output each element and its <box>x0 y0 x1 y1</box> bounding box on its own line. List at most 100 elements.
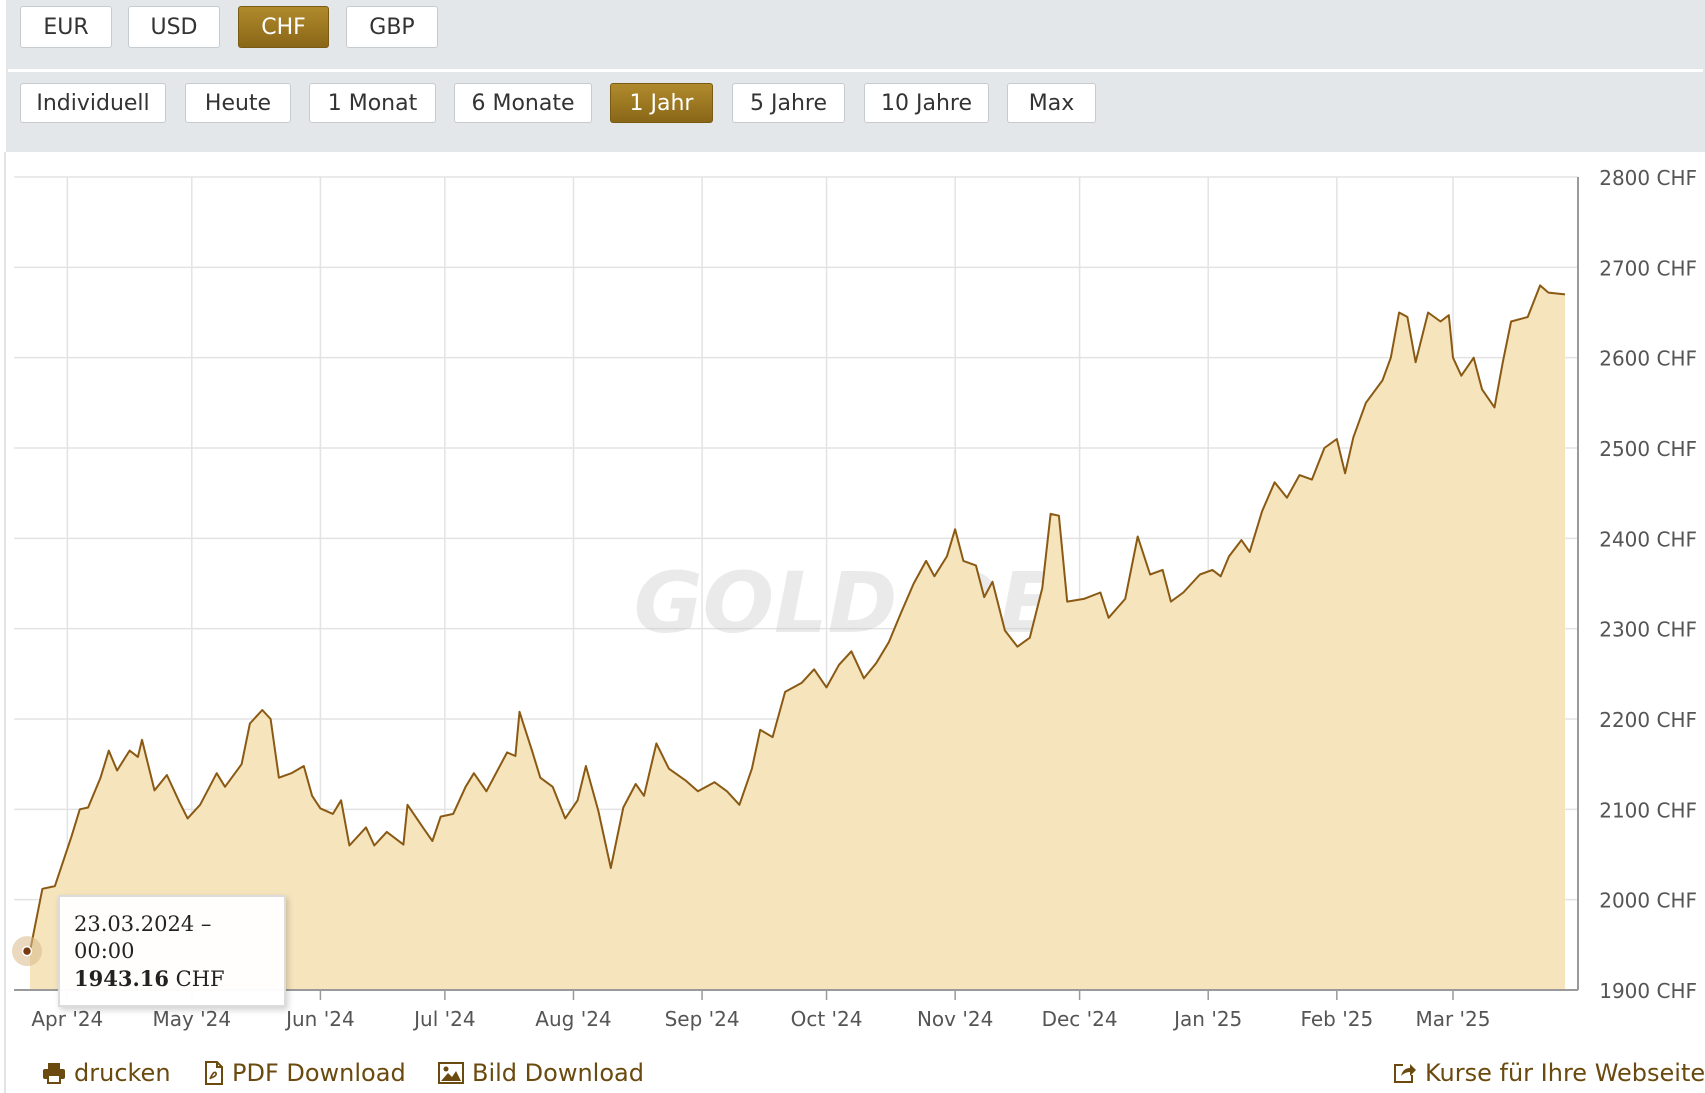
data-point <box>683 778 687 782</box>
data-point <box>401 843 405 847</box>
y-tick-label: 1900 CHF <box>1599 979 1697 1003</box>
hover-marker-dot <box>21 945 33 957</box>
embed-rates-link[interactable]: Kurse für Ihre Webseite <box>1393 1056 1705 1090</box>
data-point <box>1107 616 1111 620</box>
data-point <box>1169 600 1173 604</box>
x-tick-label: Sep '24 <box>665 1007 740 1031</box>
data-point <box>347 843 351 847</box>
data-point <box>493 774 497 778</box>
data-point <box>912 582 916 586</box>
data-point <box>654 741 658 745</box>
data-point <box>1040 586 1044 590</box>
print-link[interactable]: drucken <box>42 1056 171 1090</box>
x-tick-label: Jul '24 <box>412 1007 475 1031</box>
data-point <box>177 800 181 804</box>
currency-button-usd[interactable]: USD <box>128 6 220 48</box>
data-point <box>982 595 986 599</box>
y-tick-label: 2500 CHF <box>1599 437 1697 461</box>
range-button-max[interactable]: Max <box>1007 83 1096 123</box>
data-point <box>530 749 534 753</box>
data-point <box>1161 568 1165 572</box>
data-point <box>1227 554 1231 558</box>
data-point <box>451 812 455 816</box>
data-point <box>289 771 293 775</box>
data-point <box>186 816 190 820</box>
data-point <box>1136 535 1140 539</box>
range-button-5-jahre[interactable]: 5 Jahre <box>732 83 845 123</box>
data-point <box>99 776 103 780</box>
data-point <box>165 773 169 777</box>
y-axis-labels: 1900 CHF 2000 CHF 2100 CHF 2200 CHF 2300 CHF… <box>1599 166 1697 1003</box>
data-point <box>430 839 434 843</box>
data-point <box>1181 591 1185 595</box>
hover-marker <box>12 936 42 967</box>
data-point <box>1219 574 1223 578</box>
data-point <box>713 780 717 784</box>
pdf-download-link[interactable]: PDF Download <box>204 1056 406 1090</box>
currency-button-eur[interactable]: EUR <box>20 6 112 48</box>
data-point <box>1260 509 1264 513</box>
data-point <box>1003 628 1007 632</box>
data-point <box>538 776 542 780</box>
data-point <box>899 610 903 614</box>
data-point <box>1065 600 1069 604</box>
data-point <box>1273 480 1277 484</box>
data-point <box>576 798 580 802</box>
x-tick-label: Jun '24 <box>284 1007 355 1031</box>
price-tooltip: 23.03.2024 – 00:00 1943.16 CHF <box>58 895 286 1007</box>
currency-button-chf[interactable]: CHF <box>238 6 329 48</box>
data-point <box>53 884 57 888</box>
data-point <box>484 789 488 793</box>
image-download-link[interactable]: Bild Download <box>438 1056 644 1090</box>
range-button-1-jahr[interactable]: 1 Jahr <box>610 83 713 123</box>
x-tick-label: Dec '24 <box>1042 1007 1118 1031</box>
data-point <box>1563 292 1567 296</box>
data-point <box>1049 512 1053 516</box>
data-point <box>1239 538 1243 542</box>
data-point <box>990 580 994 584</box>
currency-button-gbp[interactable]: GBP <box>346 6 438 48</box>
data-point <box>364 825 368 829</box>
data-point <box>1364 401 1368 405</box>
tooltip-date: 23.03.2024 – 00:00 <box>74 912 212 963</box>
tooltip-unit: CHF <box>175 967 225 991</box>
data-point <box>667 767 671 771</box>
data-point <box>215 771 219 775</box>
x-tick-label: May '24 <box>152 1007 231 1031</box>
share-icon <box>1394 1064 1416 1083</box>
data-point <box>771 735 775 739</box>
data-point <box>277 776 281 780</box>
y-tick-label: 2200 CHF <box>1599 708 1697 732</box>
data-point <box>725 789 729 793</box>
data-point <box>1501 360 1505 364</box>
data-point <box>825 685 829 689</box>
data-point <box>696 789 700 793</box>
range-button-10-jahre[interactable]: 10 Jahre <box>864 83 989 123</box>
data-point <box>339 798 343 802</box>
data-point <box>1123 597 1127 601</box>
range-button-6-monate[interactable]: 6 Monate <box>454 83 592 123</box>
controls-divider <box>8 69 1703 72</box>
range-button-1-monat[interactable]: 1 Monat <box>309 83 436 123</box>
data-point <box>1538 283 1542 287</box>
data-point <box>406 803 410 807</box>
data-point <box>372 843 376 847</box>
data-point <box>1389 356 1393 360</box>
x-tick-label: Feb '25 <box>1300 1007 1373 1031</box>
data-point <box>1248 550 1252 554</box>
range-button-heute[interactable]: Heute <box>185 83 291 123</box>
data-point <box>240 762 244 766</box>
data-point <box>1028 636 1032 640</box>
pdf-download-label: PDF Download <box>232 1059 406 1087</box>
y-tick-label: 2100 CHF <box>1599 798 1697 822</box>
data-point <box>1405 315 1409 319</box>
range-button-individuell[interactable]: Individuell <box>20 83 166 123</box>
data-point <box>1343 471 1347 475</box>
data-point <box>86 806 90 810</box>
data-point <box>115 768 119 772</box>
data-point <box>310 794 314 798</box>
data-point <box>331 812 335 816</box>
data-point <box>69 834 73 838</box>
x-tick-label: Oct '24 <box>791 1007 863 1031</box>
data-point <box>248 722 252 726</box>
